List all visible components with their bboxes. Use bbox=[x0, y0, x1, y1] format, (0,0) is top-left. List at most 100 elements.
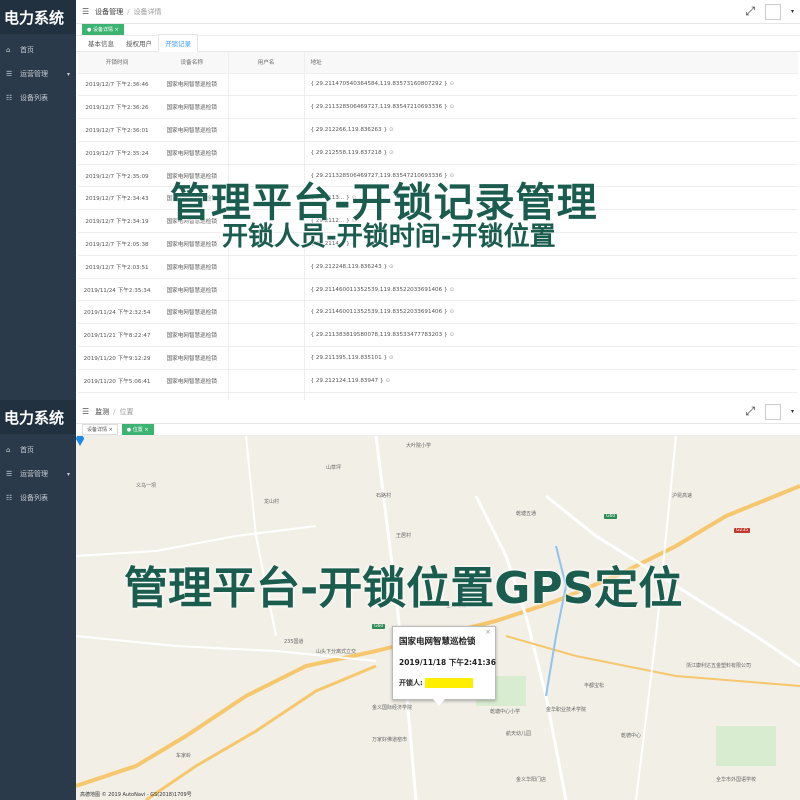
avatar[interactable] bbox=[764, 3, 781, 20]
location-pin-icon[interactable]: ⊙ bbox=[450, 309, 455, 315]
cell-address: { 29.211328506469727,119.83547210693336 … bbox=[304, 95, 798, 120]
map-view[interactable]: 大叶院小学 山草坪 义乌一坝 龙山村 石路村 王居村 全义乌城 乾塘五通 沪昆高… bbox=[76, 436, 800, 800]
map-label: 全华市外国语学校 bbox=[716, 777, 757, 783]
breadcrumb-item: 位置 bbox=[119, 407, 134, 416]
sidebar-item-home[interactable]: ⌂ 首页 bbox=[0, 438, 76, 462]
sidebar-item-label: 首页 bbox=[20, 446, 34, 454]
cell-username bbox=[227, 141, 305, 165]
location-screen: 电力系统 ⌂ 首页 ☰ 运营管理 ▾ ☷ 设备列表 ☰ 监测 / 位置 ⤢ ▾ bbox=[0, 400, 800, 800]
sidebar-item-label: 运营管理 bbox=[20, 470, 48, 478]
column-header: 开锁时间 bbox=[78, 52, 156, 74]
cell-device-name: 国家电网智慧巡检锁 bbox=[156, 392, 228, 400]
cell-device-name: 国家电网智慧巡检锁 bbox=[156, 232, 228, 256]
cell-unlock-time: 2019/12/7 下午2:36:01 bbox=[78, 118, 156, 142]
tag-device-detail[interactable]: ● 设备详情 × bbox=[82, 24, 124, 35]
sidebar-item-label: 设备列表 bbox=[20, 494, 48, 502]
caret-down-icon[interactable]: ▾ bbox=[791, 8, 794, 15]
cell-unlock-time: 2019/12/7 下午2:03:51 bbox=[78, 255, 156, 279]
cell-unlock-time: 2019/11/20 下午5:07:29 bbox=[78, 392, 156, 400]
location-pin-icon[interactable]: ⊙ bbox=[389, 150, 394, 156]
map-label: 235国道 bbox=[284, 639, 304, 645]
breadcrumb-item[interactable]: 监测 bbox=[95, 407, 109, 417]
location-pin-icon[interactable]: ⊙ bbox=[389, 264, 394, 270]
map-label: 龙山村 bbox=[264, 499, 280, 505]
fullscreen-icon[interactable]: ⤢ bbox=[745, 404, 755, 419]
sidebar-item-devices[interactable]: ☷ 设备列表 bbox=[0, 86, 76, 110]
chevron-down-icon: ▾ bbox=[66, 70, 70, 78]
chevron-down-icon: ▾ bbox=[66, 470, 70, 478]
avatar[interactable] bbox=[764, 403, 781, 420]
cell-address: { 29.211460011352539,119.83522033691406 … bbox=[304, 300, 798, 325]
menu-toggle-icon[interactable]: ☰ bbox=[82, 407, 89, 416]
sidebar-item-home[interactable]: ⌂ 首页 bbox=[0, 38, 76, 62]
app-logo: 电力系统 bbox=[0, 400, 76, 434]
popup-title: 国家电网智慧巡检锁 bbox=[399, 637, 476, 647]
location-pin-icon[interactable]: ⊙ bbox=[389, 355, 394, 361]
table-row: 2019/11/24 下午2:32:54 国家电网智慧巡检锁 { 29.211460… bbox=[78, 300, 798, 325]
map-label: 乾塘中心小学 bbox=[490, 709, 521, 715]
cell-address: { 29.211395,119.835101 } ⊙ bbox=[304, 346, 798, 370]
device-icon: ☷ bbox=[6, 93, 13, 102]
cell-username bbox=[227, 73, 305, 97]
location-info-popup: × 国家电网智慧巡检锁 2019/11/18 下午2:41:36 开锁人: bbox=[392, 626, 496, 706]
map-label: 金华职业技术学院 bbox=[546, 707, 587, 713]
map-label: 石路村 bbox=[376, 493, 392, 499]
breadcrumb-separator: / bbox=[127, 7, 130, 16]
popup-tail bbox=[433, 699, 445, 706]
cell-username bbox=[227, 369, 305, 393]
overlay-subtitle: 开锁人员-开锁时间-开锁位置 bbox=[222, 222, 556, 252]
sidebar: 电力系统 ⌂ 首页 ☰ 运营管理 ▾ ☷ 设备列表 bbox=[0, 400, 76, 800]
cell-unlock-time: 2019/12/7 下午2:34:43 bbox=[78, 186, 156, 211]
top-header: ☰ 设备管理 / 设备详情 ⤢ ▾ bbox=[76, 0, 800, 24]
cell-device-name: 国家电网智慧巡检锁 bbox=[156, 323, 228, 348]
location-pin-icon[interactable]: ⊙ bbox=[450, 104, 455, 110]
sidebar-item-operations[interactable]: ☰ 运营管理 ▾ bbox=[0, 62, 76, 86]
table-row: 2019/11/20 下午5:07:29国家电网智慧巡检锁 { 29.212124… bbox=[78, 392, 798, 400]
location-pin-icon[interactable]: ⊙ bbox=[385, 378, 390, 384]
tag-location[interactable]: ● 位置 × bbox=[121, 424, 154, 435]
app-logo: 电力系统 bbox=[0, 0, 76, 34]
sidebar: 电力系统 ⌂ 首页 ☰ 运营管理 ▾ ☷ 设备列表 bbox=[0, 0, 76, 400]
cell-address: { 29.212248,119.836243 } ⊙ bbox=[304, 255, 798, 279]
tab-authorized-users[interactable]: 授权用户 bbox=[120, 35, 158, 51]
sidebar-item-devices[interactable]: ☷ 设备列表 bbox=[0, 486, 76, 510]
caret-down-icon[interactable]: ▾ bbox=[791, 408, 794, 415]
menu-toggle-icon[interactable]: ☰ bbox=[82, 7, 89, 16]
cell-address: { 29.211383819580078,119.83533477783203 … bbox=[304, 323, 798, 348]
cell-unlock-time: 2019/12/7 下午2:35:24 bbox=[78, 141, 156, 165]
tag-device-detail[interactable]: 设备详情 × bbox=[82, 424, 118, 435]
location-pin-icon[interactable] bbox=[76, 436, 84, 446]
map-label: 乾德中心 bbox=[621, 733, 642, 739]
column-header: 地址 bbox=[304, 52, 798, 74]
location-pin-icon[interactable]: ⊙ bbox=[450, 332, 455, 338]
cell-device-name: 国家电网智慧巡检锁 bbox=[156, 95, 228, 120]
cell-device-name: 国家电网智慧巡检锁 bbox=[156, 346, 228, 370]
map-label: 金义华阳门店 bbox=[516, 777, 547, 783]
breadcrumb-separator: / bbox=[113, 407, 116, 416]
location-pin-icon[interactable]: ⊙ bbox=[450, 287, 455, 293]
map-label: 义乌一坝 bbox=[136, 483, 157, 489]
location-pin-icon[interactable]: ⊙ bbox=[450, 81, 455, 87]
map-label: 车家岭 bbox=[176, 753, 192, 759]
redacted-highlight bbox=[424, 678, 473, 688]
cell-unlock-time: 2019/12/7 下午2:36:26 bbox=[78, 95, 156, 120]
breadcrumb-item[interactable]: 设备管理 bbox=[95, 7, 123, 17]
close-icon[interactable]: × bbox=[485, 628, 491, 636]
tab-basic-info[interactable]: 基本信息 bbox=[82, 35, 120, 51]
map-label: 万家好佛道窑市 bbox=[372, 737, 408, 743]
fullscreen-icon[interactable]: ⤢ bbox=[745, 4, 755, 19]
highway-shield-icon: G60 bbox=[604, 514, 618, 519]
device-icon: ☷ bbox=[6, 493, 13, 502]
breadcrumb-item: 设备详情 bbox=[133, 7, 162, 16]
column-header: 用户名 bbox=[227, 52, 305, 74]
cell-username bbox=[227, 95, 305, 120]
tab-unlock-records[interactable]: 开锁记录 bbox=[158, 34, 198, 52]
table-row: 2019/11/24 下午2:35:34 国家电网智慧巡检锁 { 29.211460… bbox=[78, 278, 798, 302]
cell-username bbox=[227, 346, 305, 370]
map-label: 丰都宝松 bbox=[584, 683, 605, 689]
cell-device-name: 国家电网智慧巡检锁 bbox=[156, 369, 228, 393]
sidebar-item-operations[interactable]: ☰ 运营管理 ▾ bbox=[0, 462, 76, 486]
list-icon: ☰ bbox=[6, 69, 13, 78]
column-header: 设备名称 bbox=[156, 52, 228, 74]
location-pin-icon[interactable]: ⊙ bbox=[389, 127, 394, 133]
